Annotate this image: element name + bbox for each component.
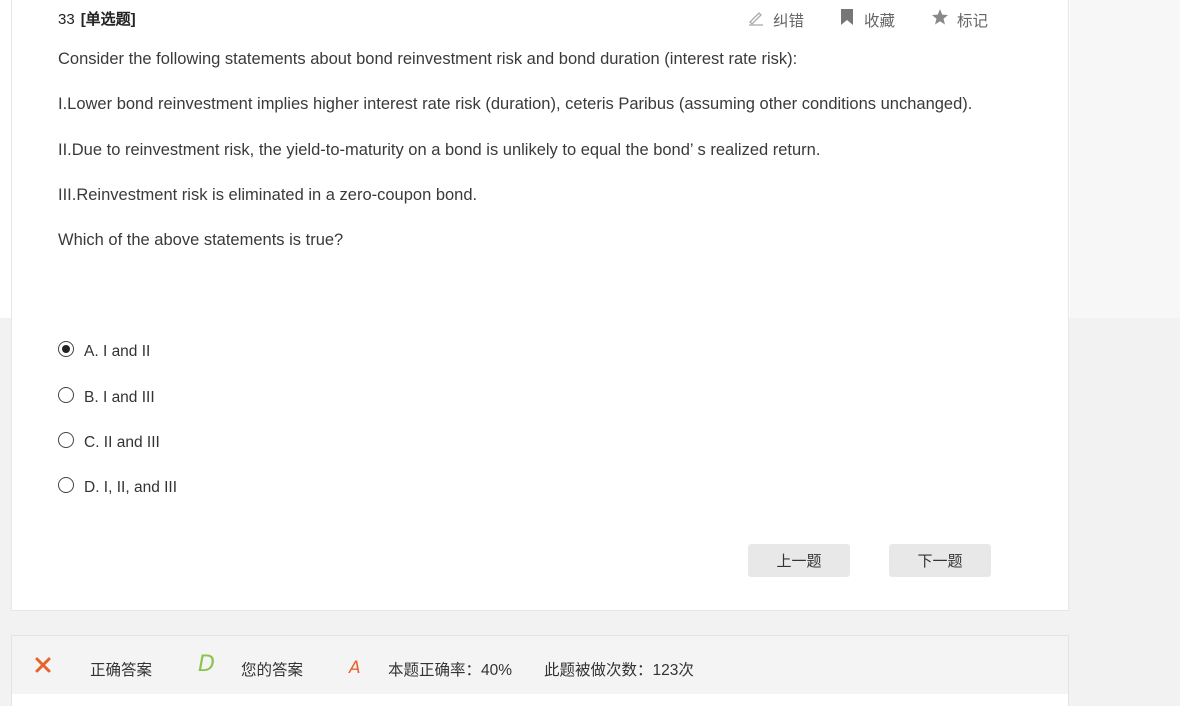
radio-icon[interactable] [58,432,74,448]
attempt-count: 此题被做次数：123次 [544,662,694,679]
star-icon [931,8,957,31]
radio-selected-icon[interactable] [58,341,74,357]
pencil-icon [747,8,773,31]
statement-1: I.Lower bond reinvestment implies higher… [58,95,973,113]
radio-icon[interactable] [58,477,74,493]
correct-answer-label: 正确答案 [90,662,153,679]
report-error-label: 纠错 [773,12,805,30]
option-label: D. I, II, and III [84,479,178,496]
accuracy-rate: 本题正确率：40% [388,662,513,679]
favorite-label: 收藏 [864,12,896,30]
page-background-right [1070,0,1180,318]
option-b[interactable]: B. I and III [58,387,155,407]
question-card: 33 [单选题] 纠错 收藏 标记 Consider the following … [11,0,1069,611]
option-label: A. I and II [84,343,151,360]
question-number: 33 [58,11,75,28]
option-d[interactable]: D. I, II, and III [58,477,178,497]
correct-answer-letter: D [198,652,215,677]
option-label: B. I and III [84,389,155,406]
next-question-button[interactable]: 下一题 [889,544,991,577]
option-label: C. II and III [84,434,160,451]
prev-question-button[interactable]: 上一题 [748,544,850,577]
your-answer-letter: A [349,658,361,678]
question-stem: Consider the following statements about … [58,50,798,68]
statement-2: II.Due to reinvestment risk, the yield-t… [58,141,821,159]
question-header: 33 [单选题] [58,8,136,29]
cross-icon [34,656,52,679]
question-type: [单选题] [80,11,136,28]
mark-label: 标记 [957,12,989,30]
option-a[interactable]: A. I and II [58,341,151,361]
result-bar: 正确答案 D 您的答案 A 本题正确率：40% 此题被做次数：123次 [11,635,1069,708]
report-error-button[interactable]: 纠错 [747,8,804,31]
statement-3: III.Reinvestment risk is eliminated in a… [58,186,478,204]
radio-icon[interactable] [58,387,74,403]
mark-button[interactable]: 标记 [931,8,988,31]
your-answer-label: 您的答案 [241,662,304,679]
favorite-button[interactable]: 收藏 [838,8,895,31]
question-prompt: Which of the above statements is true? [58,231,344,249]
option-c[interactable]: C. II and III [58,432,160,452]
bookmark-icon [838,8,864,31]
